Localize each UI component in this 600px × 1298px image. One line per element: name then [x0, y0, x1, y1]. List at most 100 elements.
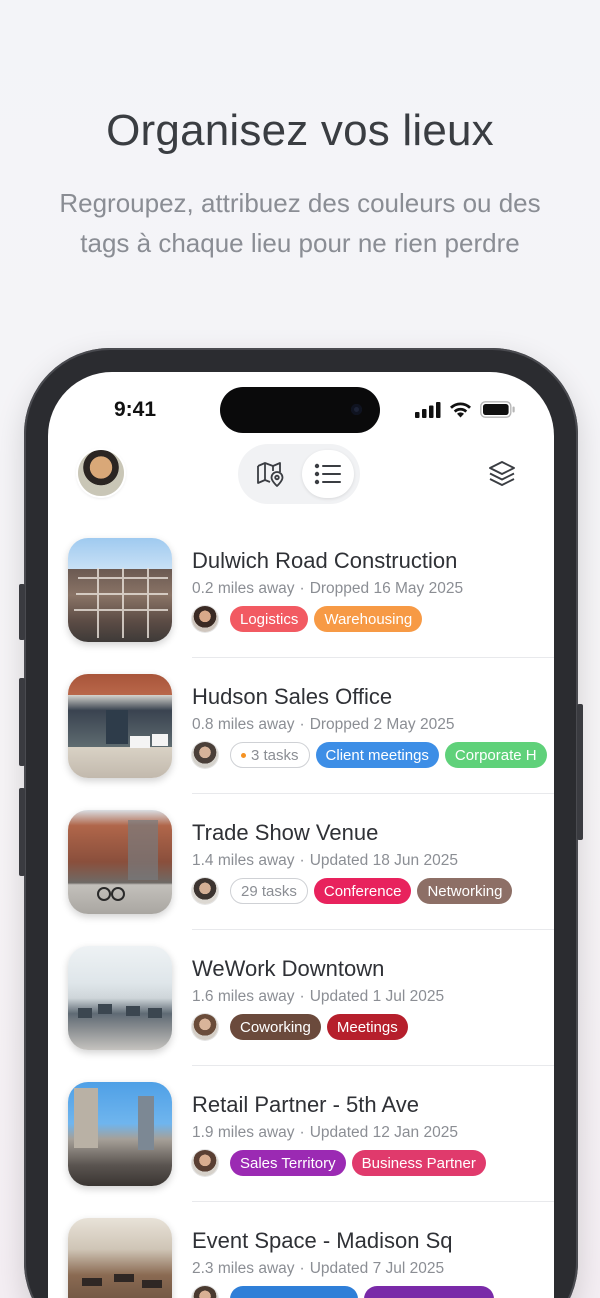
row-divider	[192, 929, 554, 930]
tag-chip[interactable]: Logistics	[230, 606, 309, 632]
meta-separator: ·	[299, 1124, 305, 1141]
place-meta: 1.9 miles away · Updated 12 Jan 2025	[192, 1124, 458, 1142]
promo-title: Organisez vos lieux	[106, 106, 494, 155]
place-distance: 1.6 miles away	[192, 988, 295, 1005]
meta-separator: ·	[299, 716, 305, 733]
place-status: Updated	[309, 852, 369, 869]
place-status: Updated	[309, 1124, 369, 1141]
place-date: 2 May 2025	[373, 716, 455, 733]
phone-volume-up-button	[19, 678, 25, 766]
assignee-avatar	[192, 878, 218, 904]
camera-icon	[351, 404, 362, 415]
list-view-button[interactable]	[302, 450, 354, 498]
place-name: Trade Show Venue	[192, 820, 379, 845]
place-name: Retail Partner - 5th Ave	[192, 1092, 420, 1117]
place-name: Event Space - Madison Sq	[192, 1228, 453, 1253]
view-toggle	[238, 444, 360, 504]
status-icons	[415, 401, 516, 418]
place-meta: 2.3 miles away · Updated 7 Jul 2025	[192, 1260, 444, 1278]
place-row[interactable]: Retail Partner - 5th Ave 1.9 miles away ·…	[68, 1082, 554, 1218]
place-row[interactable]: Hudson Sales Office 0.8 miles away · Dropp…	[68, 674, 554, 810]
task-count-pill[interactable]: 3 tasks	[230, 742, 310, 768]
place-date: 16 May 2025	[373, 580, 464, 597]
phone-action-button	[19, 584, 25, 640]
place-photo	[68, 946, 172, 1050]
status-bar: 9:41	[48, 372, 554, 448]
phone-frame: 9:41 Dulwich Road Construction 0.2 miles…	[19, 348, 583, 1298]
place-distance: 1.4 miles away	[192, 852, 295, 869]
map-view-button[interactable]	[244, 450, 296, 498]
assignee-avatar	[192, 1014, 218, 1040]
place-distance: 0.2 miles away	[192, 580, 295, 597]
place-distance: 2.3 miles away	[192, 1260, 295, 1277]
tag-chip[interactable]: Warehousing	[314, 606, 423, 632]
tag-chip[interactable]: Meetings	[326, 1014, 408, 1040]
place-row[interactable]: Dulwich Road Construction 0.2 miles away…	[68, 538, 554, 674]
place-row[interactable]: Trade Show Venue 1.4 miles away · Updated …	[68, 810, 554, 946]
layers-button[interactable]	[486, 458, 518, 490]
top-bar	[48, 444, 554, 506]
tag-chip[interactable]: Coworking	[230, 1014, 321, 1040]
place-date: 12 Jan 2025	[372, 1124, 458, 1141]
places-list: Dulwich Road Construction 0.2 miles away…	[68, 538, 554, 1298]
phone-volume-down-button	[19, 788, 25, 876]
assignee-avatar	[192, 1150, 218, 1176]
place-row[interactable]: WeWork Downtown 1.6 miles away · Updated 1…	[68, 946, 554, 1082]
place-tags: Coworking Meetings	[192, 1014, 408, 1040]
meta-separator: ·	[299, 988, 305, 1005]
assignee-avatar	[192, 1286, 218, 1298]
tag-chip[interactable]: Conference	[313, 878, 412, 904]
place-status: Updated	[309, 988, 369, 1005]
place-photo	[68, 1218, 172, 1298]
assignee-avatar	[192, 742, 218, 768]
wifi-icon	[450, 402, 471, 418]
profile-avatar[interactable]	[78, 450, 124, 496]
meta-separator: ·	[299, 1260, 305, 1277]
place-tags: Logistics Warehousing	[192, 606, 423, 632]
tag-chip[interactable]: Networking	[417, 878, 513, 904]
place-status: Updated	[309, 1260, 369, 1277]
place-tags: 29 tasks Conference Networking	[192, 878, 513, 904]
meta-separator: ·	[299, 580, 305, 597]
dynamic-island	[220, 387, 380, 433]
promo-subtitle: Regroupez, attribuez des couleurs ou des…	[59, 188, 541, 258]
tag-chip[interactable]	[230, 1286, 358, 1298]
place-distance: 1.9 miles away	[192, 1124, 295, 1141]
place-tags: Sales Territory Business Partner	[192, 1150, 486, 1176]
place-meta: 0.2 miles away · Dropped 16 May 2025	[192, 580, 463, 598]
place-meta: 1.4 miles away · Updated 18 Jun 2025	[192, 852, 458, 870]
place-date: 1 Jul 2025	[372, 988, 445, 1005]
task-count-pill[interactable]: 29 tasks	[230, 878, 308, 904]
place-status: Dropped	[309, 580, 370, 597]
task-dot-icon	[241, 752, 246, 758]
list-view-icon	[314, 463, 341, 485]
place-date: 7 Jul 2025	[372, 1260, 445, 1277]
battery-icon	[480, 401, 515, 418]
tag-chip[interactable]	[364, 1286, 494, 1298]
cellular-signal-icon	[415, 401, 441, 418]
place-photo	[68, 1082, 172, 1186]
place-status: Dropped	[309, 716, 370, 733]
tag-chip[interactable]: Sales Territory	[230, 1150, 346, 1176]
phone-power-button	[577, 704, 583, 840]
tag-chip[interactable]: Client meetings	[315, 742, 439, 768]
place-meta: 1.6 miles away · Updated 1 Jul 2025	[192, 988, 444, 1006]
place-name: Hudson Sales Office	[192, 684, 393, 709]
place-photo	[68, 810, 172, 914]
place-tags	[192, 1286, 494, 1298]
tag-chip[interactable]: Corporate H	[444, 742, 547, 768]
place-date: 18 Jun 2025	[372, 852, 458, 869]
layers-icon	[489, 461, 515, 486]
place-photo	[68, 674, 172, 778]
place-meta: 0.8 miles away · Dropped 2 May 2025	[192, 716, 454, 734]
row-divider	[192, 657, 554, 658]
tag-chip[interactable]: Business Partner	[351, 1150, 486, 1176]
status-time: 9:41	[114, 398, 157, 421]
app-screen: 9:41 Dulwich Road Construction 0.2 miles…	[48, 372, 554, 1298]
map-view-icon	[257, 462, 284, 487]
row-divider	[192, 793, 554, 794]
place-row[interactable]: Event Space - Madison Sq 2.3 miles away ·…	[68, 1218, 554, 1298]
row-divider	[192, 1065, 554, 1066]
place-name: WeWork Downtown	[192, 956, 385, 981]
place-photo	[68, 538, 172, 642]
